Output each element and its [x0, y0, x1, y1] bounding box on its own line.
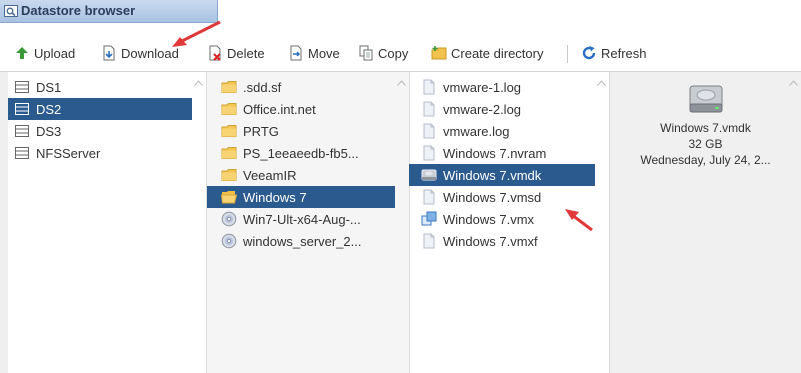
folder-icon [221, 79, 237, 95]
folder-item[interactable]: VeeamIR [207, 164, 395, 186]
datastore-icon [14, 145, 30, 161]
folder-icon [221, 123, 237, 139]
refresh-icon [582, 46, 596, 60]
folder-icon [221, 145, 237, 161]
folder-item[interactable]: Win7-Ult-x64-Aug-... [207, 208, 395, 230]
folder-item-label: Win7-Ult-x64-Aug-... [243, 211, 361, 227]
file-preview: Windows 7.vmdk 32 GB Wednesday, July 24,… [610, 84, 801, 168]
copy-button[interactable]: Copy [358, 44, 408, 62]
document-icon [421, 79, 437, 95]
download-file-icon [103, 45, 115, 61]
file-item[interactable]: vmware-1.log [409, 76, 595, 98]
refresh-button[interactable]: Refresh [581, 44, 647, 62]
file-item-label: Windows 7.vmsd [443, 189, 542, 205]
move-label: Move [308, 45, 340, 61]
disc-icon [221, 233, 237, 249]
file-item-label: Windows 7.vmdk [443, 167, 542, 183]
folder-icon [221, 101, 237, 117]
datastore-item[interactable]: DS3 [8, 120, 192, 142]
file-item[interactable]: vmware-2.log [409, 98, 595, 120]
file-item-label: vmware-1.log [443, 79, 522, 95]
document-icon [421, 145, 437, 161]
folder-item-label: .sdd.sf [243, 79, 282, 95]
folder-icon [221, 167, 237, 183]
datastore-item[interactable]: NFSServer [8, 142, 192, 164]
preview-date: Wednesday, July 24, 2... [640, 153, 771, 167]
scroll-up-icon[interactable] [597, 80, 606, 86]
refresh-label: Refresh [601, 45, 647, 61]
document-icon [421, 233, 437, 249]
upload-label: Upload [34, 45, 76, 61]
folder-item[interactable]: windows_server_2... [207, 230, 395, 252]
upload-arrow-icon [16, 47, 28, 59]
folder-item[interactable]: PS_1eeaeedb-fb5... [207, 142, 395, 164]
scroll-up-icon[interactable] [397, 80, 406, 86]
folder-item-label: Office.int.net [243, 101, 316, 117]
window-title: Datastore browser [21, 3, 136, 18]
delete-label: Delete [227, 45, 265, 61]
toolbar: Upload Download Delete Move Copy Create … [0, 35, 801, 72]
datastore-item[interactable]: DS1 [8, 76, 192, 98]
folder-list: .sdd.sf Office.int.net PRTG PS_1eeaeedb-fb5… [207, 72, 410, 373]
copy-file-icon [359, 45, 373, 61]
folder-item-label: windows_server_2... [243, 233, 362, 249]
datastore-item-label: DS2 [36, 101, 62, 117]
folder-open-icon [220, 189, 238, 205]
datastore-icon [14, 123, 30, 139]
folder-item-label: PRTG [243, 123, 279, 139]
preview-pane: Windows 7.vmdk 32 GB Wednesday, July 24,… [610, 72, 801, 373]
file-item-label: vmware-2.log [443, 101, 522, 117]
file-item[interactable]: Windows 7.vmsd [409, 186, 595, 208]
folder-item-label: VeeamIR [243, 167, 297, 183]
datastore-icon [14, 101, 30, 117]
document-icon [421, 101, 437, 117]
folder-item-label: PS_1eeaeedb-fb5... [243, 145, 359, 161]
datastore-item-label: DS3 [36, 123, 62, 139]
copy-label: Copy [378, 45, 409, 61]
move-file-icon [290, 45, 302, 61]
annotation-arrow-download [172, 20, 221, 47]
toolbar-separator [567, 45, 568, 63]
file-item-label: vmware.log [443, 123, 510, 139]
hard-disk-icon [689, 85, 722, 113]
annotation-arrow-vmdk [565, 209, 593, 232]
datastore-item-label: NFSServer [36, 145, 101, 161]
new-folder-icon [431, 46, 447, 60]
file-item-label: Windows 7.nvram [443, 145, 547, 161]
upload-button[interactable]: Upload [14, 44, 75, 62]
disk-icon [421, 167, 437, 183]
folder-item[interactable]: .sdd.sf [207, 76, 395, 98]
datastore-list: DS1 DS2 DS3 NFSServer [8, 72, 207, 373]
folder-item[interactable]: Windows 7 [207, 186, 395, 208]
title-bar: Datastore browser [0, 0, 801, 34]
move-button[interactable]: Move [288, 44, 340, 62]
datastore-item-label: DS1 [36, 79, 62, 95]
document-icon [421, 189, 437, 205]
folder-item[interactable]: Office.int.net [207, 98, 395, 120]
file-item[interactable]: Windows 7.vmdk [409, 164, 595, 186]
file-item[interactable]: Windows 7.nvram [409, 142, 595, 164]
preview-size: 32 GB [688, 137, 723, 151]
scroll-up-icon[interactable] [194, 80, 203, 86]
datastore-item[interactable]: DS2 [8, 98, 192, 120]
create-directory-label: Create directory [451, 45, 544, 61]
create-directory-button[interactable]: Create directory [431, 44, 543, 62]
datastore-browser-icon [4, 5, 18, 17]
left-gutter [0, 72, 8, 373]
document-icon [421, 123, 437, 139]
folder-item[interactable]: PRTG [207, 120, 395, 142]
vm-icon [421, 211, 437, 227]
disc-icon [221, 211, 237, 227]
datastore-icon [14, 79, 30, 95]
folder-item-label: Windows 7 [243, 189, 307, 205]
preview-filename: Windows 7.vmdk [660, 121, 751, 135]
file-item[interactable]: vmware.log [409, 120, 595, 142]
